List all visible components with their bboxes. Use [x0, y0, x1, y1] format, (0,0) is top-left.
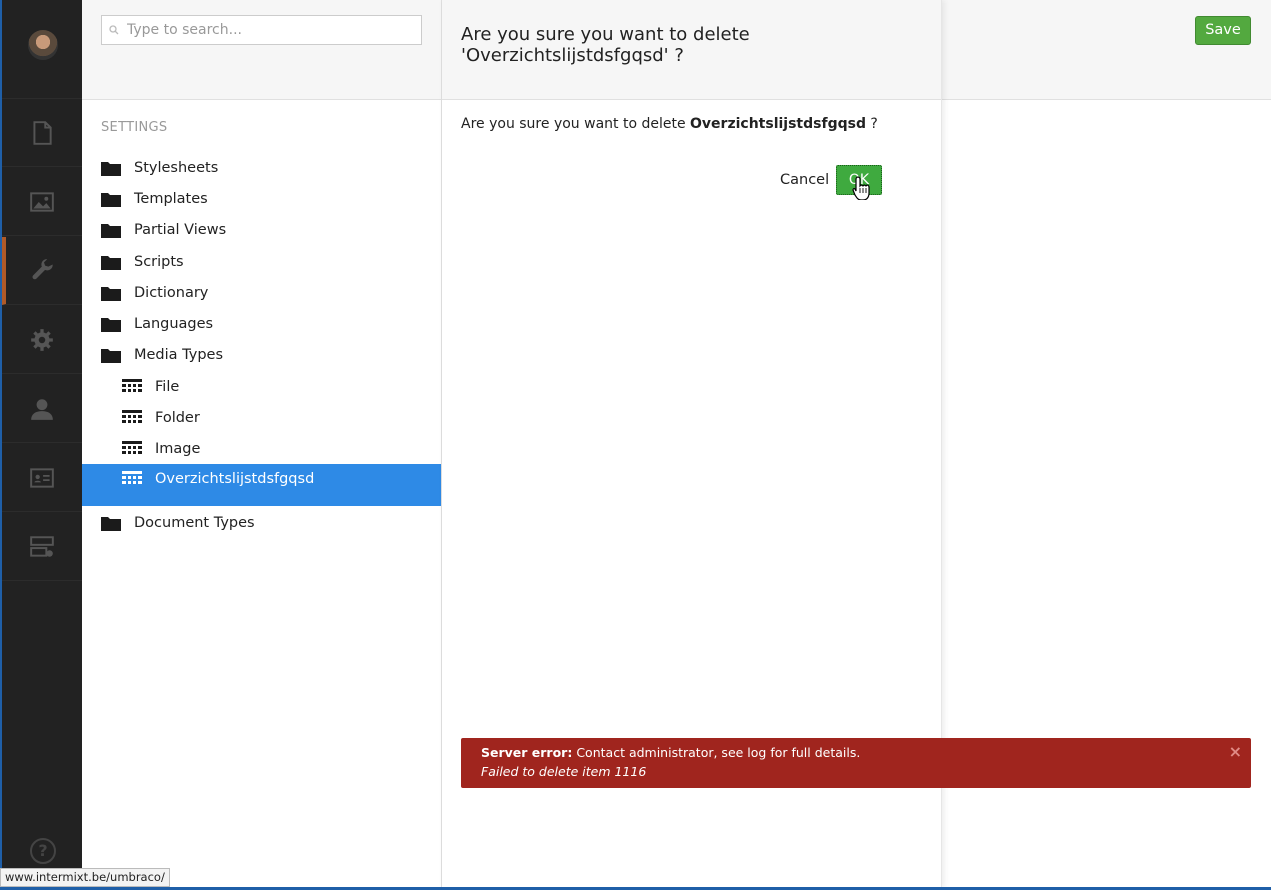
save-button[interactable]: Save — [1195, 16, 1251, 45]
media-icon — [30, 191, 54, 212]
tree-item-overzichtslijstdsfgqsd[interactable]: Overzichtslijstdsfgqsd — [82, 464, 441, 506]
grid-icon — [122, 471, 142, 484]
folder-icon — [101, 516, 121, 531]
tree-item-label: Stylesheets — [134, 159, 219, 176]
tree-item-file[interactable]: File — [82, 371, 441, 402]
id-card-icon — [30, 467, 54, 488]
hand-cursor-icon — [852, 176, 870, 200]
tree-item-label: Image — [155, 440, 201, 457]
tree-item-dictionary[interactable]: Dictionary — [82, 277, 441, 308]
tree-item-label: Overzichtslijstdsfgqsd — [155, 471, 315, 487]
dialog-header: Are you sure you want to delete 'Overzic… — [442, 0, 941, 100]
content-section-button[interactable] — [2, 99, 82, 167]
cancel-button[interactable]: Cancel — [780, 172, 829, 188]
gear-icon — [31, 328, 53, 351]
tree-item-partial-views[interactable]: Partial Views — [82, 214, 441, 245]
error-notification: Server error: Contact administrator, see… — [461, 738, 1251, 788]
grid-icon — [122, 440, 142, 454]
folder-icon — [101, 286, 121, 301]
forms-icon — [30, 535, 54, 557]
error-title: Server error: — [481, 745, 573, 760]
folder-icon — [101, 348, 121, 363]
error-line: Server error: Contact administrator, see… — [481, 745, 1231, 760]
media-section-button[interactable] — [2, 168, 82, 236]
confirm-text: Are you sure you want to delete — [461, 116, 691, 132]
search-box — [101, 15, 422, 45]
folder-icon — [101, 317, 121, 332]
confirm-suffix: ? — [865, 116, 878, 132]
wrench-icon — [32, 258, 53, 279]
avatar[interactable] — [28, 30, 58, 60]
tree-item-label: Media Types — [134, 346, 224, 363]
tree-item-scripts[interactable]: Scripts — [82, 246, 441, 277]
tree-item-languages[interactable]: Languages — [82, 308, 441, 339]
help-button[interactable]: ? — [30, 838, 56, 864]
user-icon — [31, 398, 53, 420]
error-detail: Failed to delete item 1116 — [481, 764, 647, 779]
tree-item-label: File — [155, 378, 180, 395]
dialog-title: Are you sure you want to delete 'Overzic… — [461, 24, 750, 66]
tree-item-document-types[interactable]: Document Types — [82, 507, 441, 538]
tree-item-label: Partial Views — [134, 221, 227, 238]
tree-item-folder[interactable]: Folder — [82, 402, 441, 433]
tree-item-label: Dictionary — [134, 284, 209, 301]
tree-item-label: Folder — [155, 409, 200, 426]
tree-item-label: Templates — [134, 190, 208, 207]
folder-icon — [101, 161, 121, 176]
error-message: Contact administrator, see log for full … — [572, 745, 861, 760]
tree-item-image[interactable]: Image — [82, 433, 441, 464]
users-section-button[interactable] — [2, 375, 82, 443]
grid-icon — [122, 409, 142, 423]
developer-section-button[interactable] — [2, 306, 82, 374]
editor-header — [942, 0, 1271, 100]
folder-icon — [101, 192, 121, 207]
forms-section-button[interactable] — [2, 513, 82, 581]
status-url: www.intermixt.be/umbraco/ — [0, 868, 170, 887]
search-icon — [109, 25, 119, 35]
folder-icon — [101, 255, 121, 270]
tree-header — [82, 0, 441, 100]
tree-item-label: Document Types — [134, 514, 255, 531]
tree-item-templates[interactable]: Templates — [82, 183, 441, 214]
section-label: SETTINGS — [101, 120, 168, 135]
tree-item-media-types[interactable]: Media Types — [82, 339, 441, 370]
close-icon[interactable]: × — [1229, 742, 1242, 761]
grid-icon — [122, 378, 142, 392]
search-input[interactable] — [102, 16, 421, 44]
tree-item-label: Scripts — [134, 253, 184, 270]
confirm-item-name: Overzichtslijstdsfgqsd — [690, 116, 866, 132]
tree-item-label: Languages — [134, 315, 214, 332]
members-section-button[interactable] — [2, 444, 82, 512]
app-sidebar: ? — [0, 0, 82, 888]
tree-panel: SETTINGS Stylesheets Templates Partial V… — [82, 0, 442, 888]
folder-icon — [101, 223, 121, 238]
dialog-body: Are you sure you want to delete Overzich… — [442, 100, 941, 148]
tree-item-stylesheets[interactable]: Stylesheets — [82, 152, 441, 183]
content-icon — [33, 120, 52, 145]
settings-section-button[interactable] — [2, 237, 82, 305]
